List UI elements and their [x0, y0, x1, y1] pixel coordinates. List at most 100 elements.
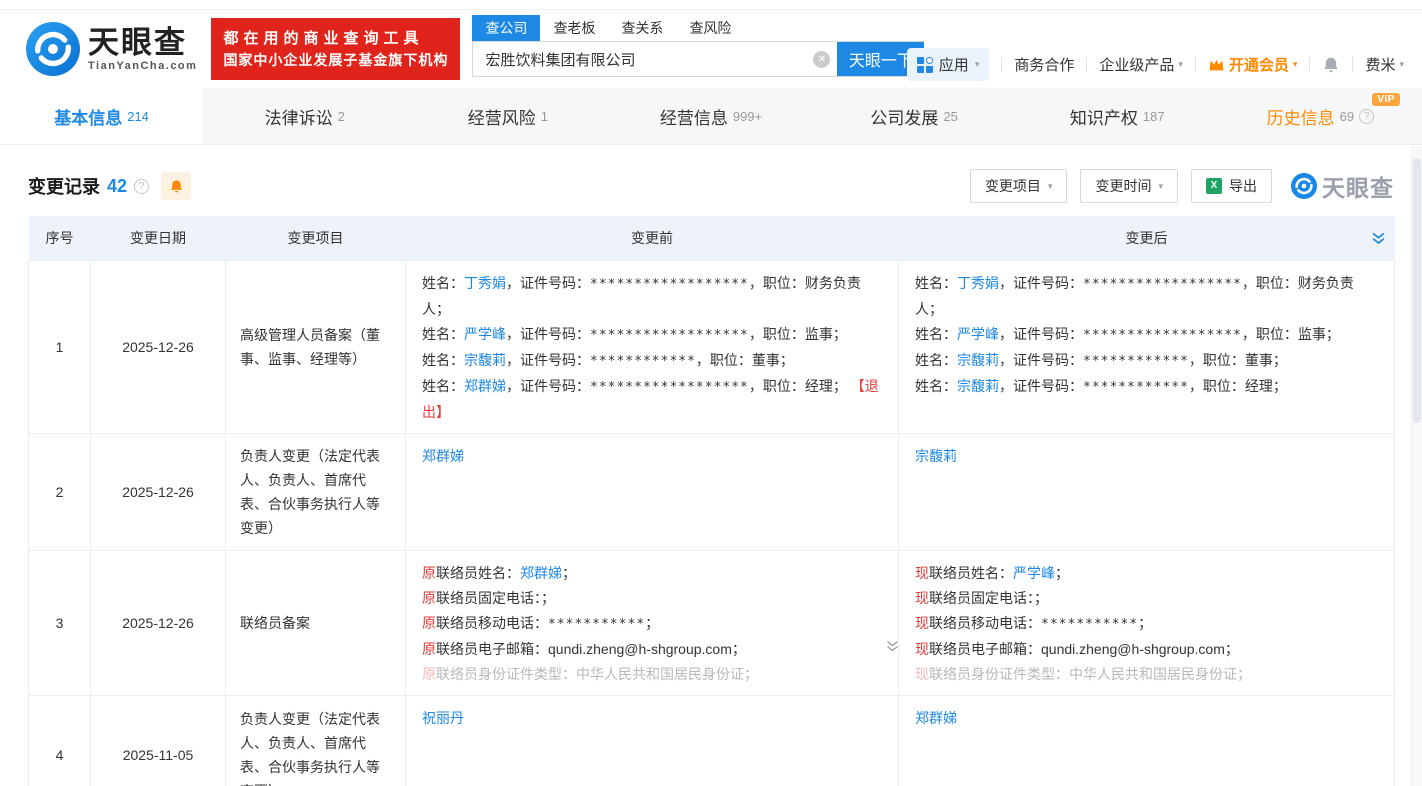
change-item: 负责人变更（法定代表人、负责人、首席代表、合伙事务执行人等变更）	[226, 695, 406, 786]
change-after-cell: 郑群娣	[899, 695, 1395, 786]
col-header-before: 变更前	[406, 216, 899, 260]
change-after-cell: 宗馥莉	[899, 433, 1395, 550]
tianyancha-logo-icon	[26, 22, 80, 76]
tianyancha-logo[interactable]: 天眼查 TianYanCha.com	[26, 22, 197, 76]
row-index: 2	[29, 433, 91, 550]
table-row: 1 2025-12-26 高级管理人员备案（董事、监事、经理等） 姓名：丁秀娟，…	[29, 260, 1395, 433]
divider	[1001, 57, 1002, 72]
person-link[interactable]: 郑群娣	[422, 448, 464, 464]
chevron-down-icon: ▾	[1293, 59, 1298, 70]
person-link[interactable]: 郑群娣	[915, 710, 957, 726]
change-date: 2025-12-26	[91, 550, 226, 695]
table-row: 3 2025-12-26 联络员备案 原联络员姓名：郑群娣；原联络员固定电话：；…	[29, 550, 1395, 695]
section-title: 变更记录	[28, 173, 100, 199]
person-link[interactable]: 丁秀娟	[464, 275, 506, 291]
person-link[interactable]: 严学峰	[464, 326, 506, 342]
change-before-cell: 姓名：丁秀娟，证件号码：******************，职位：财务负责人；…	[406, 260, 899, 433]
col-header-index: 序号	[29, 216, 91, 260]
divider	[1195, 57, 1196, 72]
person-link[interactable]: 宗馥莉	[464, 352, 506, 368]
tab-basic-info[interactable]: 基本信息214	[0, 88, 203, 144]
crown-icon	[1208, 57, 1225, 72]
person-link[interactable]: 严学峰	[1013, 565, 1055, 581]
table-row: 2 2025-12-26 负责人变更（法定代表人、负责人、首席代表、合伙事务执行…	[29, 433, 1395, 550]
promo-banner: 都在用的商业查询工具 国家中小企业发展子基金旗下机构	[211, 18, 460, 80]
search-tab-risk[interactable]: 查风险	[676, 15, 744, 41]
search-tab-company[interactable]: 查公司	[472, 15, 540, 41]
chevron-down-icon: ▾	[1048, 181, 1053, 192]
person-link[interactable]: 祝丽丹	[422, 710, 464, 726]
tab-history-info[interactable]: VIP 历史信息69 ?	[1219, 88, 1422, 144]
person-link[interactable]: 郑群娣	[520, 565, 562, 581]
row-index: 1	[29, 260, 91, 433]
change-item: 负责人变更（法定代表人、负责人、首席代表、合伙事务执行人等变更）	[226, 433, 406, 550]
bell-icon	[169, 179, 184, 194]
nav-cooperation[interactable]: 商务合作	[1014, 54, 1074, 75]
person-link[interactable]: 严学峰	[957, 326, 999, 342]
table-header-row: 序号 变更日期 变更项目 变更前 变更后	[29, 216, 1395, 260]
person-link[interactable]: 宗馥莉	[957, 378, 999, 394]
search-tabs: 查公司 查老板 查关系 查风险	[472, 17, 924, 41]
search-tab-boss[interactable]: 查老板	[540, 15, 608, 41]
tianyancha-logo-icon	[1291, 173, 1317, 199]
notification-bell-icon[interactable]	[1322, 56, 1340, 74]
person-link[interactable]: 丁秀娟	[957, 275, 999, 291]
person-link[interactable]: 郑群娣	[464, 378, 506, 394]
excel-icon: X	[1206, 178, 1222, 194]
chevron-down-icon: ▾	[1178, 59, 1183, 70]
scrollbar-thumb[interactable]	[1413, 158, 1421, 423]
search-tab-relation[interactable]: 查关系	[608, 15, 676, 41]
promo-line2: 国家中小企业发展子基金旗下机构	[223, 50, 448, 70]
change-after-cell: 现联络员姓名：严学峰；现联络员固定电话：；现联络员移动电话：**********…	[899, 550, 1395, 695]
divider	[1352, 57, 1353, 72]
export-button[interactable]: X 导出	[1191, 169, 1272, 203]
person-link[interactable]: 宗馥莉	[915, 448, 957, 464]
collapse-all-icon[interactable]	[1371, 231, 1386, 246]
change-date: 2025-12-26	[91, 260, 226, 433]
subscribe-bell-button[interactable]	[161, 172, 191, 200]
section-count: 42	[107, 176, 127, 197]
change-table-body: 1 2025-12-26 高级管理人员备案（董事、监事、经理等） 姓名：丁秀娟，…	[29, 260, 1395, 786]
change-record-table: 序号 变更日期 变更项目 变更前 变更后 1 2025-12-26 高级管理人员…	[28, 216, 1394, 786]
change-date: 2025-12-26	[91, 433, 226, 550]
tab-company-development[interactable]: 公司发展25	[813, 88, 1016, 144]
chevron-down-icon: ▾	[975, 59, 980, 70]
tab-legal[interactable]: 法律诉讼2	[203, 88, 406, 144]
divider	[1309, 57, 1310, 72]
change-before-cell: 郑群娣	[406, 433, 899, 550]
chevron-down-icon: ▾	[1158, 181, 1163, 192]
row-index: 3	[29, 550, 91, 695]
filter-change-time-button[interactable]: 变更时间 ▾	[1080, 169, 1178, 203]
expand-row-icon[interactable]	[885, 640, 900, 653]
col-header-after: 变更后	[899, 216, 1395, 260]
tab-operating-risk[interactable]: 经营风险1	[406, 88, 609, 144]
change-after-cell: 姓名：丁秀娟，证件号码：******************，职位：财务负责人；…	[899, 260, 1395, 433]
change-date: 2025-11-05	[91, 695, 226, 786]
search-input[interactable]	[473, 42, 837, 76]
brand-domain: TianYanCha.com	[88, 60, 197, 72]
help-icon[interactable]: ?	[134, 179, 149, 194]
search-area: 查公司 查老板 查关系 查风险 ✕ 天眼一下	[472, 17, 924, 77]
change-before-cell: 原联络员姓名：郑群娣；原联络员固定电话：；原联络员移动电话：**********…	[406, 550, 899, 695]
nav-open-vip[interactable]: 开通会员 ▾	[1208, 54, 1298, 75]
col-header-item: 变更项目	[226, 216, 406, 260]
nav-user[interactable]: 费米 ▾	[1365, 54, 1404, 75]
filter-change-item-button[interactable]: 变更项目 ▾	[970, 169, 1068, 203]
col-header-date: 变更日期	[91, 216, 226, 260]
table-row: 4 2025-11-05 负责人变更（法定代表人、负责人、首席代表、合伙事务执行…	[29, 695, 1395, 786]
help-icon[interactable]: ?	[1359, 109, 1374, 124]
tab-intellectual-property[interactable]: 知识产权187	[1016, 88, 1219, 144]
section-head: 变更记录 42 ? 变更项目 ▾ 变更时间 ▾ X 导出 天眼查	[28, 169, 1394, 203]
divider	[1086, 57, 1087, 72]
company-tabs: 基本信息214 法律诉讼2 经营风险1 经营信息999+ 公司发展25 知识产权…	[0, 88, 1422, 145]
brand-name: 天眼查	[88, 26, 197, 60]
site-header: 天眼查 TianYanCha.com 都在用的商业查询工具 国家中小企业发展子基…	[0, 10, 1422, 88]
page-scrollbar[interactable]	[1411, 146, 1422, 786]
watermark-logo: 天眼查	[1291, 169, 1394, 203]
tab-business-info[interactable]: 经营信息999+	[609, 88, 812, 144]
nav-enterprise[interactable]: 企业级产品 ▾	[1099, 54, 1183, 75]
person-link[interactable]: 宗馥莉	[957, 352, 999, 368]
watermark-text: 天眼查	[1322, 169, 1394, 203]
apps-menu[interactable]: 应用 ▾	[907, 48, 990, 81]
apps-label: 应用	[939, 54, 969, 75]
